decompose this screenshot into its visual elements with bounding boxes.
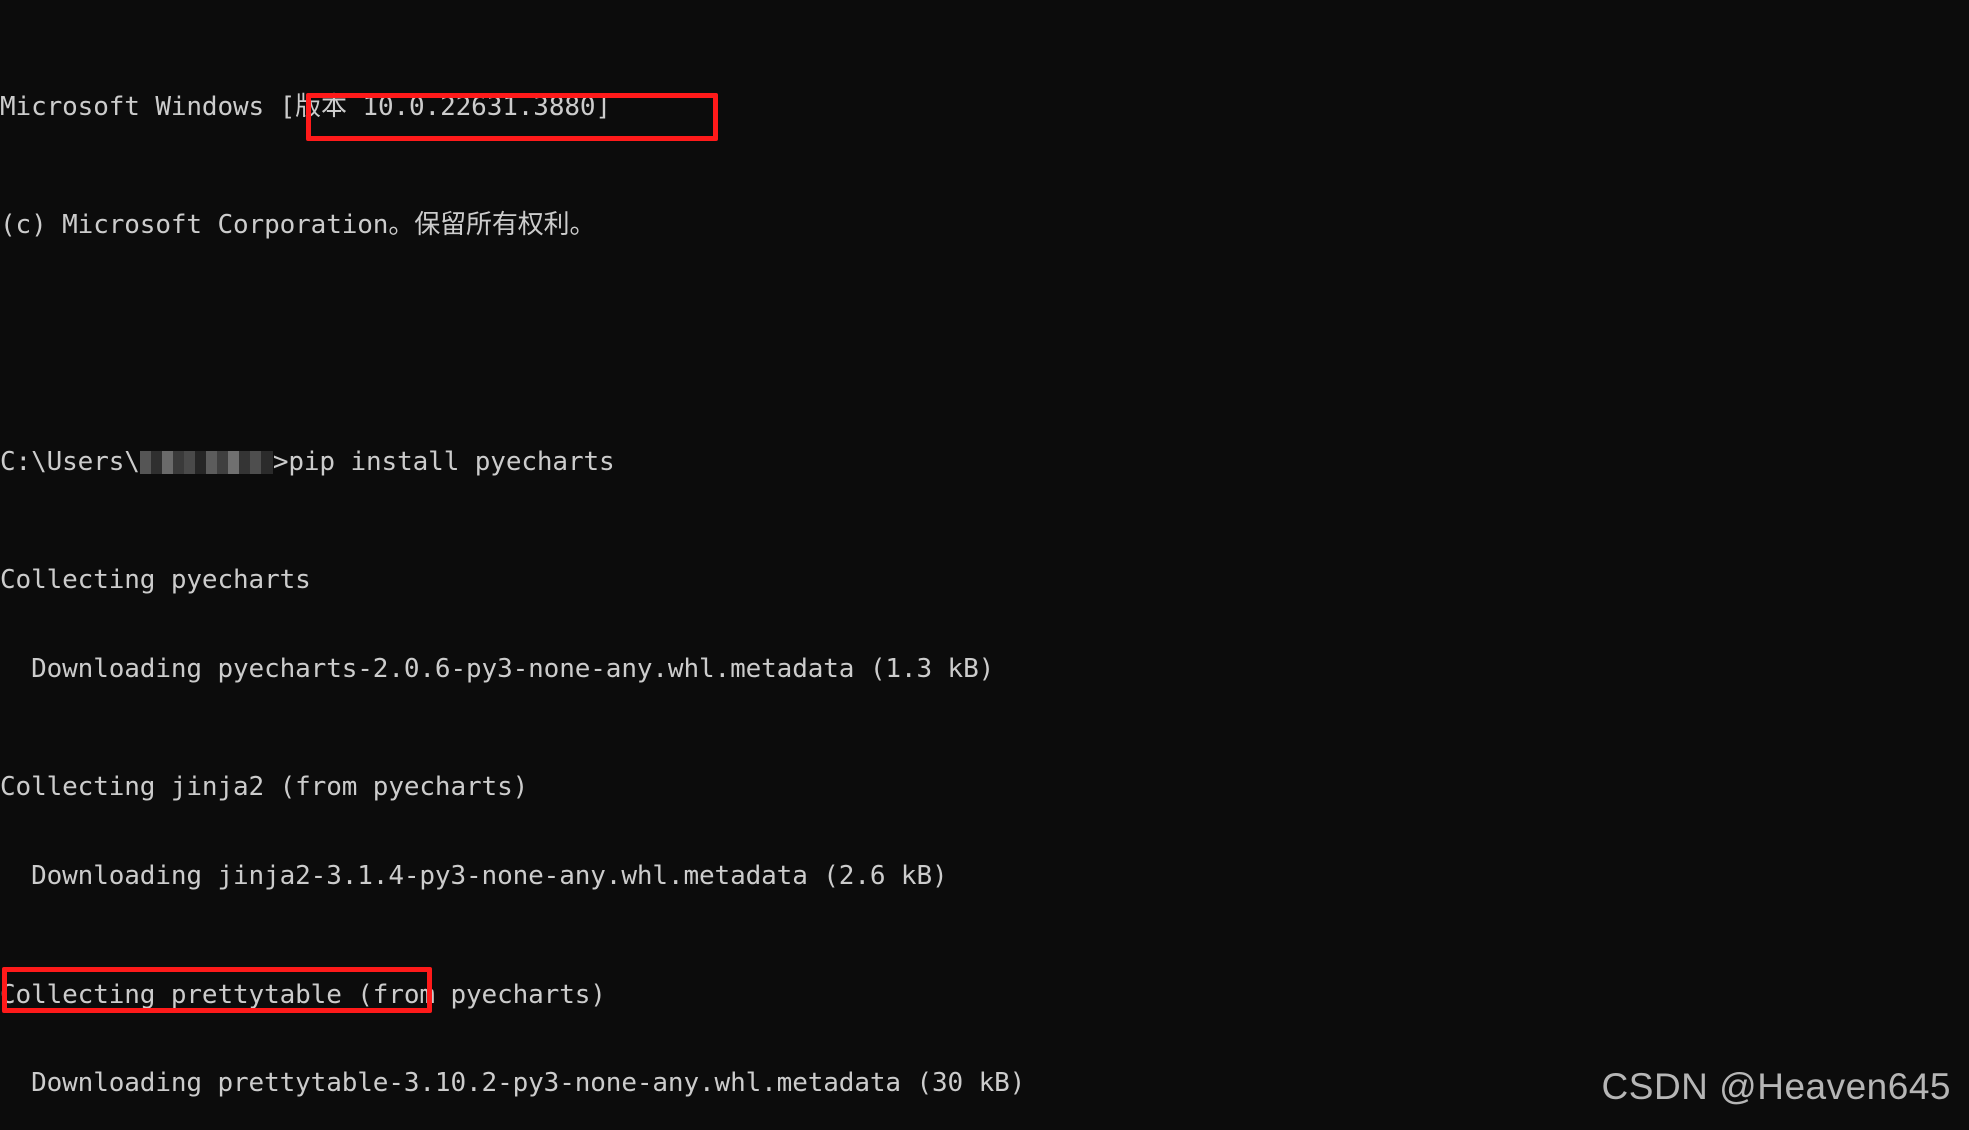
text: Downloading jinja2-3.1.4-py3-none-any.wh… xyxy=(0,861,948,892)
text: Collecting jinja2 (from pyecharts) xyxy=(0,772,529,803)
censored-username xyxy=(139,450,273,474)
text: Collecting prettytable (from pyecharts) xyxy=(0,979,606,1010)
text: Collecting pyecharts xyxy=(0,565,311,596)
terminal-window: Microsoft Windows [版本 10.0.22631.3880] (… xyxy=(0,0,1969,1130)
line-version: Microsoft Windows [版本 10.0.22631.3880] xyxy=(0,91,1969,123)
line-collecting-jinja2: Collecting jinja2 (from pyecharts) xyxy=(0,773,1969,803)
text: Downloading prettytable-3.10.2-py3-none-… xyxy=(0,1068,1026,1099)
copyright-text: (c) Microsoft Corporation。保留所有权利。 xyxy=(0,210,596,241)
line-collecting-prettytable: Collecting prettytable (from pyecharts) xyxy=(0,979,1969,1011)
line-collecting-pyecharts: Collecting pyecharts xyxy=(0,565,1969,596)
line-blank-1 xyxy=(0,330,1969,360)
line-meta-pyecharts: Downloading pyecharts-2.0.6-py3-none-any… xyxy=(0,654,1969,685)
typed-command: pip install pyecharts xyxy=(288,446,615,477)
text: Downloading pyecharts-2.0.6-py3-none-any… xyxy=(0,654,995,685)
line-prompt-command: C:\Users\ >pip install pyecharts xyxy=(0,446,1969,478)
console-output[interactable]: Microsoft Windows [版本 10.0.22631.3880] (… xyxy=(0,0,1969,1130)
csdn-watermark: CSDN @Heaven645 xyxy=(1601,1066,1951,1107)
prompt-symbol: > xyxy=(272,446,289,477)
line-copyright: (c) Microsoft Corporation。保留所有权利。 xyxy=(0,210,1969,241)
windows-version-text: Microsoft Windows [版本 10.0.22631.3880] xyxy=(0,91,611,122)
prompt-path: C:\Users\ xyxy=(0,446,140,477)
line-meta-jinja2: Downloading jinja2-3.1.4-py3-none-any.wh… xyxy=(0,861,1969,892)
